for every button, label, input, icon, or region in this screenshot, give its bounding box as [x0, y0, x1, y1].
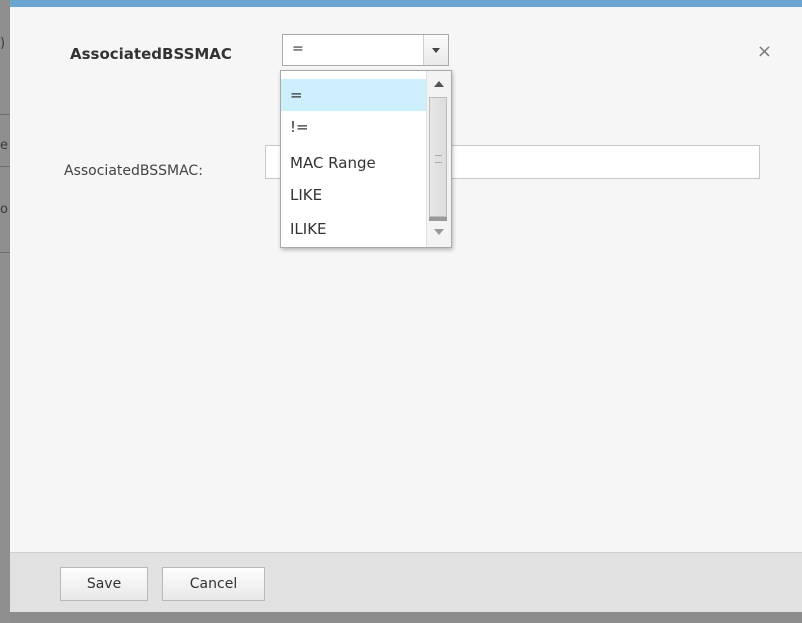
background-text-fragment: o: [0, 202, 8, 217]
operator-option[interactable]: !=: [281, 111, 426, 143]
operator-selected-value: =: [292, 41, 304, 57]
operator-dropdown-list: = != MAC Range LIKE ILIKE: [280, 70, 452, 248]
operator-select[interactable]: =: [282, 34, 449, 66]
operator-option[interactable]: MAC Range: [281, 147, 426, 179]
background-text-fragment: e: [0, 138, 8, 153]
value-field-label: AssociatedBSSMAC:: [64, 163, 203, 179]
cancel-button[interactable]: Cancel: [162, 567, 265, 601]
operator-option[interactable]: ILIKE: [281, 213, 426, 245]
operator-option[interactable]: LIKE: [281, 179, 426, 211]
scroll-down-icon[interactable]: [434, 229, 444, 235]
background-text-fragment: ): [0, 36, 6, 51]
filter-dialog: × AssociatedBSSMAC = AssociatedBSSMAC: =…: [10, 0, 802, 612]
background-divider: [0, 114, 10, 115]
close-icon[interactable]: ×: [757, 43, 772, 61]
chevron-down-icon[interactable]: [423, 35, 448, 65]
dropdown-scrollbar[interactable]: [426, 71, 451, 247]
scroll-up-icon[interactable]: [434, 81, 444, 87]
scrollbar-thumb[interactable]: [429, 97, 447, 217]
background-divider: [0, 166, 10, 167]
background-divider: [0, 252, 10, 253]
filter-field-name: AssociatedBSSMAC: [70, 45, 232, 63]
save-button[interactable]: Save: [60, 567, 148, 601]
background-app-edge: ) e o: [0, 0, 10, 623]
operator-option[interactable]: =: [281, 79, 426, 111]
dialog-footer: Save Cancel: [10, 552, 802, 612]
